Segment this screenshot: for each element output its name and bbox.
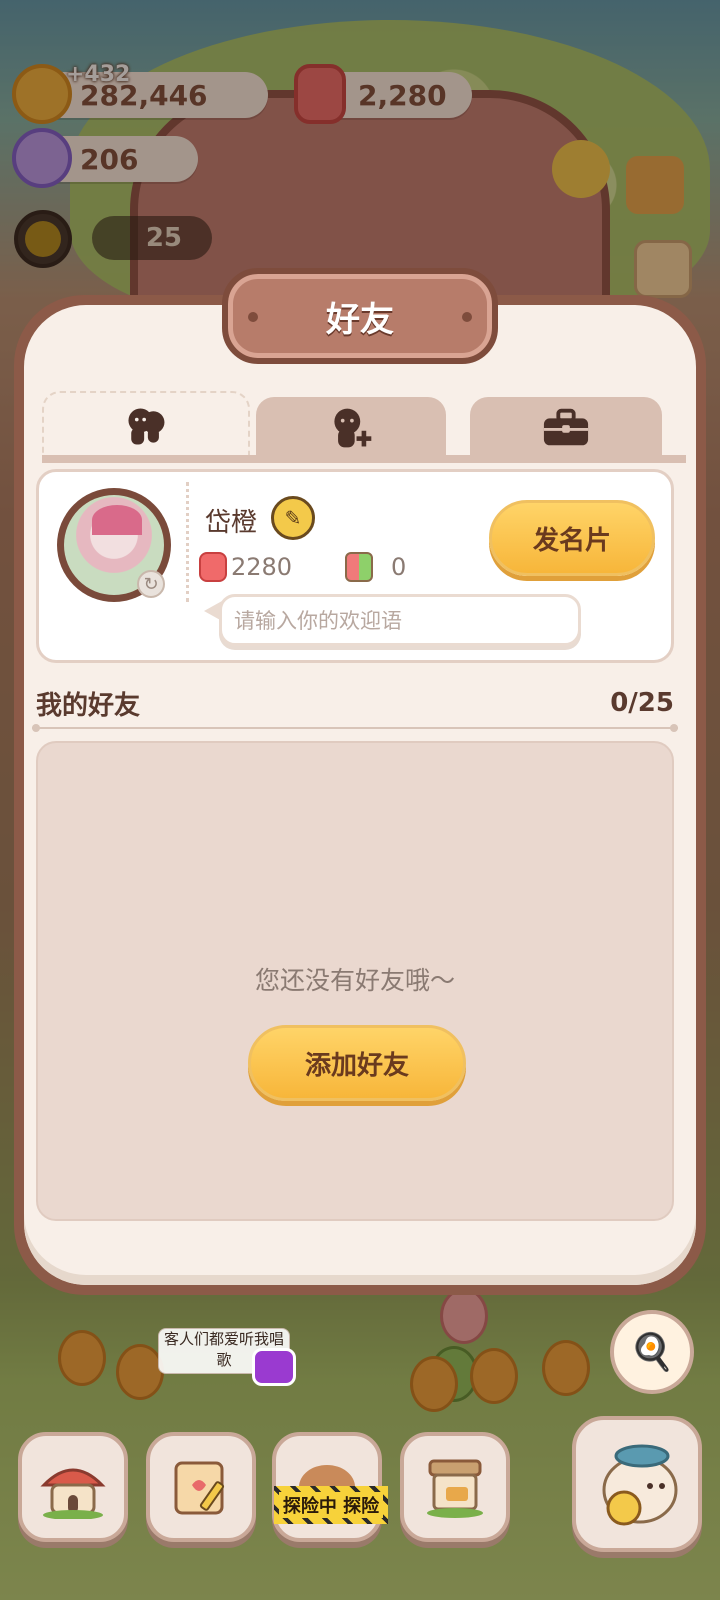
refresh-icon[interactable]: ↻ [137,570,165,598]
friends-count: 0/25 [610,688,674,718]
megaphone-icon[interactable] [252,1348,296,1386]
candle-stat-value: 2280 [231,553,293,581]
tab-strip [42,455,686,463]
friends-header-label: 我的好友 [36,690,141,721]
friends-panel: ↻ 岱橙 ✎ 2280 0 发名片 请输入你的欢迎语 我的好友 0/25 您还没… [14,295,706,1295]
cookie-alarm-icon [602,1444,678,1526]
tab-friends-list[interactable] [42,391,250,459]
tab-add-friend[interactable] [256,397,446,459]
task-button[interactable] [146,1432,256,1542]
shop-button[interactable] [400,1432,510,1542]
adventure-status-text: 探险中 探险 [278,1492,384,1518]
greeting-placeholder: 请输入你的欢迎语 [234,609,402,633]
notebook-icon [174,1461,225,1515]
candle-stat: 2280 [199,552,292,582]
panel-title: 好友 [326,299,394,340]
my-profile-card: ↻ 岱橙 ✎ 2280 0 发名片 请输入你的欢迎语 [36,469,674,663]
greeting-input[interactable]: 请输入你的欢迎语 [204,594,581,646]
profile-divider [186,482,189,602]
gift-stat-value: 0 [391,553,407,581]
tab-bag[interactable] [470,397,662,459]
bag-icon [542,408,590,448]
gift-stat: 0 [345,552,406,582]
add-friend-button[interactable]: 添加好友 [248,1025,466,1101]
chef-cookie-icon[interactable]: 🍳 [610,1310,694,1394]
panel-title-plate: 好友 [222,268,498,364]
cookie-alarm-button[interactable] [572,1416,702,1552]
shop-icon [427,1459,483,1518]
section-divider [32,724,678,732]
friends-icon [122,406,170,446]
send-card-button[interactable]: 发名片 [489,500,655,576]
friends-panel-body: ↻ 岱橙 ✎ 2280 0 发名片 请输入你的欢迎语 我的好友 0/25 您还没… [24,305,696,1285]
adventure-status-banner: 探险中 探险 [274,1486,388,1524]
candle-icon [199,552,227,582]
house-button[interactable] [18,1432,128,1542]
add-friend-icon [327,408,375,448]
gift-icon [345,552,373,582]
house-icon [40,1468,106,1519]
edit-name-icon[interactable]: ✎ [271,496,315,540]
player-name: 岱橙 [205,508,258,538]
empty-friends-text: 您还没有好友哦～ [254,966,455,995]
friends-list-area: 您还没有好友哦～ 添加好友 [36,741,674,1221]
friends-section-header: 我的好友 0/25 [36,683,674,723]
